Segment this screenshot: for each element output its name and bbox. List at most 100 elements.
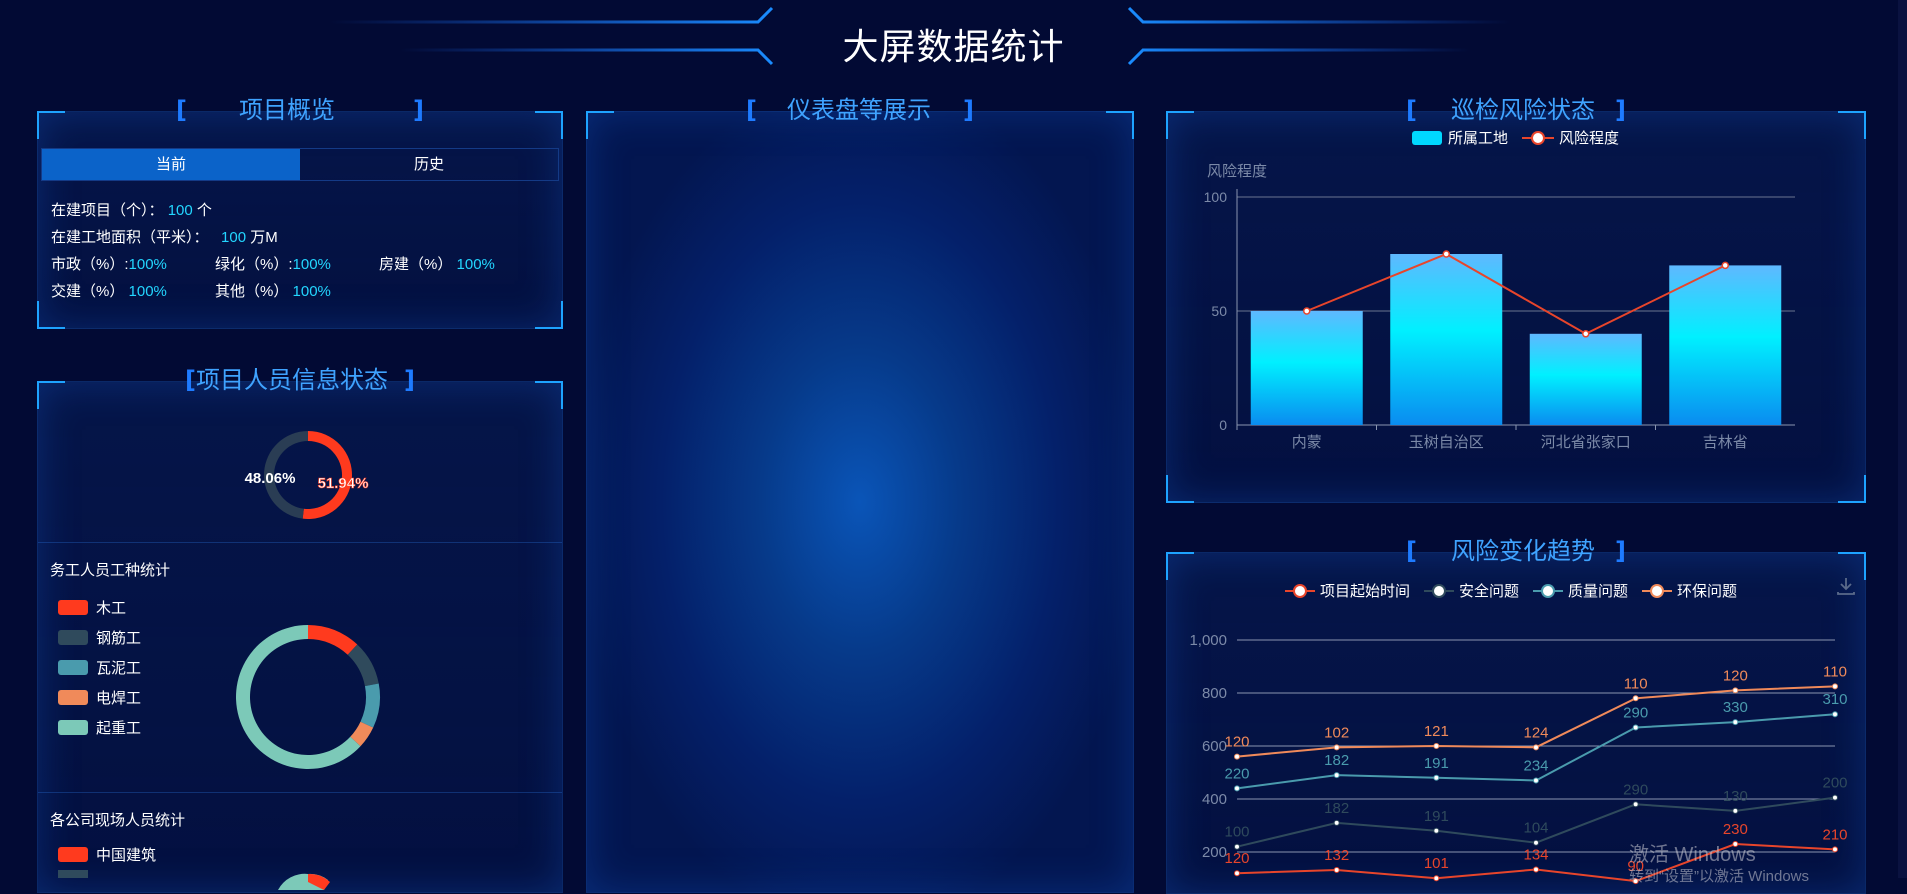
line-point[interactable] xyxy=(1433,743,1440,749)
y-tick-label: 50 xyxy=(1211,303,1227,319)
y-tick-label: 400 xyxy=(1202,791,1227,808)
work-type-title: 务工人员工种统计 xyxy=(50,562,171,579)
personnel-title: [项目人员信息状态] xyxy=(185,366,415,394)
data-label: 104 xyxy=(1523,820,1548,837)
data-label: 310 xyxy=(1822,691,1847,708)
y-axis-label: 风险程度 xyxy=(1207,163,1267,180)
line-point[interactable] xyxy=(1832,711,1838,718)
dashboard-title: [仪表盘等展示] xyxy=(746,96,974,124)
data-label: 102 xyxy=(1324,724,1349,741)
data-label: 132 xyxy=(1324,847,1349,864)
line-series xyxy=(1306,252,1726,335)
legend-label: 起重工 xyxy=(96,720,142,737)
stat-greening: 绿化（%）:100% xyxy=(215,256,331,273)
line-point[interactable] xyxy=(1832,683,1838,690)
line-point[interactable] xyxy=(1333,744,1340,751)
line-point[interactable] xyxy=(1234,843,1240,850)
y-tick-label: 0 xyxy=(1219,417,1227,433)
line-point[interactable] xyxy=(1442,250,1450,258)
legend-item: 中国建筑 xyxy=(58,844,156,865)
y-tick-label: 600 xyxy=(1202,738,1227,755)
y-tick-label: 1,000 xyxy=(1189,632,1227,649)
data-label: 230 xyxy=(1723,821,1748,838)
tab-current[interactable]: 当前 xyxy=(42,149,300,180)
stat-area: 在建工地面积（平米）： 100 万M xyxy=(51,229,278,246)
page-title: 大屏数据统计 xyxy=(842,27,1065,68)
line-point[interactable] xyxy=(1333,867,1340,874)
scrollbar[interactable] xyxy=(1898,0,1907,878)
line-point[interactable] xyxy=(1721,261,1729,270)
y-tick-label: 800 xyxy=(1202,685,1227,702)
legend-swatch xyxy=(58,847,88,862)
line-point[interactable] xyxy=(1533,744,1539,751)
stat-housing: 房建（%） 100% xyxy=(379,256,495,273)
line-point[interactable] xyxy=(1234,753,1240,760)
line-point[interactable] xyxy=(1234,785,1240,792)
data-label: 191 xyxy=(1424,808,1449,825)
stat-projects: 在建项目（个）： 100 个 xyxy=(51,202,212,219)
donut-slice xyxy=(360,683,380,728)
line-point[interactable] xyxy=(1433,774,1440,781)
line-point[interactable] xyxy=(1234,870,1240,877)
company-donut-chart xyxy=(278,873,330,890)
data-label: 110 xyxy=(1624,675,1648,692)
data-label: 191 xyxy=(1424,755,1449,772)
line-point[interactable] xyxy=(1582,330,1590,338)
watermark-line1: 激活 Windows xyxy=(1629,844,1756,866)
data-label: 210 xyxy=(1822,826,1847,843)
line-point[interactable] xyxy=(1533,866,1539,873)
legend-item[interactable]: 木工 xyxy=(58,597,126,618)
line-point[interactable] xyxy=(1832,846,1838,853)
tab-history[interactable]: 历史 xyxy=(300,149,558,180)
line-point[interactable] xyxy=(1732,719,1739,726)
data-label: 120 xyxy=(1224,850,1249,867)
y-tick-label: 100 xyxy=(1204,189,1228,205)
legend-swatch xyxy=(58,720,88,735)
line-point[interactable] xyxy=(1333,772,1340,779)
legend-item[interactable]: 瓦泥工 xyxy=(58,657,141,678)
line-point[interactable] xyxy=(1433,827,1440,834)
line-point[interactable] xyxy=(1632,724,1639,731)
company-title: 各公司现场人员统计 xyxy=(50,812,186,829)
dashboard-panel: [仪表盘等展示] xyxy=(586,96,1134,893)
data-label: 182 xyxy=(1324,800,1349,817)
line-point[interactable] xyxy=(1333,819,1340,826)
risk-status-panel: [巡检风险状态] 所属工地 风险程度 风险程度 0 50 100 内蒙 玉树自治区 河北省张… xyxy=(1166,96,1866,503)
line-point[interactable] xyxy=(1732,807,1739,814)
bar[interactable] xyxy=(1669,265,1782,425)
overview-title: [项目概览] xyxy=(176,96,424,124)
bar[interactable] xyxy=(1250,311,1363,425)
line-point[interactable] xyxy=(1533,777,1539,784)
line-point[interactable] xyxy=(1832,794,1838,801)
ratio-right-label: 51.94% xyxy=(318,475,369,492)
risk-trend-panel: [风险变化趋势] 项目起始时间 安全问题 质量问题 环保问题 200 400 600 800… xyxy=(1166,537,1866,894)
line-point[interactable] xyxy=(1632,695,1639,702)
data-label: 124 xyxy=(1523,724,1548,741)
overview-panel: [项目概览] 当前 历史 在建项目（个）： 100 个 在建工地面积（平米）： … xyxy=(37,96,563,329)
personnel-panel: [项目人员信息状态] 48.06% 51.94% 务工人员工种统计 木工 钢筋工瓦… xyxy=(37,366,563,893)
legend-item xyxy=(58,870,96,878)
x-tick-label: 玉树自治区 xyxy=(1409,434,1484,451)
legend-item[interactable]: 钢筋工 xyxy=(58,627,141,648)
line-point[interactable] xyxy=(1632,801,1639,808)
legend-label: 钢筋工 xyxy=(96,630,142,647)
data-label: 110 xyxy=(1823,663,1847,680)
bar[interactable] xyxy=(1529,333,1642,425)
data-label: 120 xyxy=(1224,734,1249,751)
legend-swatch xyxy=(58,660,88,675)
legend-item[interactable]: 起重工 xyxy=(58,717,141,738)
line-point[interactable] xyxy=(1533,839,1539,846)
legend-item[interactable]: 电焊工 xyxy=(58,687,141,708)
legend-swatch xyxy=(58,600,88,615)
data-label: 234 xyxy=(1523,757,1548,774)
work-type-donut-chart xyxy=(235,625,380,769)
line-point[interactable] xyxy=(1732,687,1739,694)
donut-slice xyxy=(347,644,379,687)
stat-traffic: 交建（%） 100% xyxy=(51,283,167,300)
legend-swatch xyxy=(58,630,88,645)
line-point[interactable] xyxy=(1303,307,1311,315)
line-point[interactable] xyxy=(1433,875,1440,882)
donut-slice xyxy=(308,625,358,655)
bar[interactable] xyxy=(1390,254,1503,425)
data-label: 290 xyxy=(1623,781,1648,798)
